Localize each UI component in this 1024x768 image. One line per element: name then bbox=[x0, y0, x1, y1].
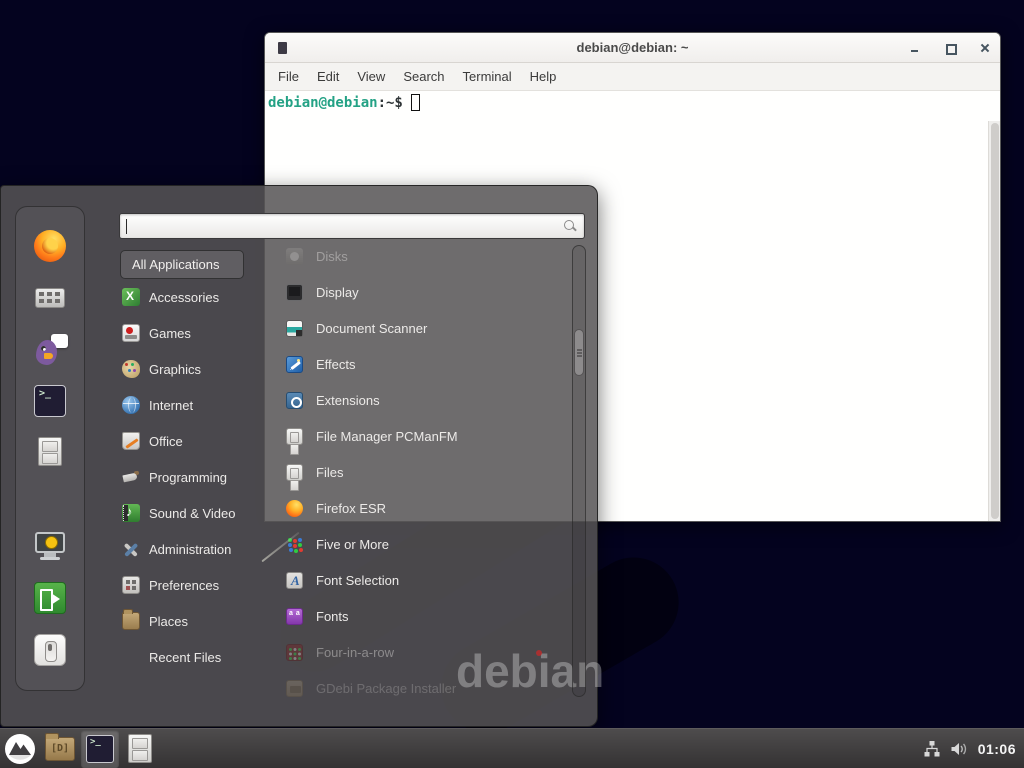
menu-terminal[interactable]: Terminal bbox=[454, 63, 521, 91]
search-box[interactable] bbox=[119, 213, 585, 239]
file-cabinet-button[interactable] bbox=[121, 730, 159, 768]
folder-d-icon: [D] bbox=[45, 737, 75, 761]
category-office[interactable]: Office bbox=[116, 423, 266, 459]
category-internet[interactable]: Internet bbox=[116, 387, 266, 423]
folder-d-label: [D] bbox=[46, 743, 74, 754]
taskbar-clock[interactable]: 01:06 bbox=[978, 741, 1016, 757]
disks-icon bbox=[286, 248, 303, 265]
pidgin-bird bbox=[36, 340, 57, 365]
prompt-path: :~$ bbox=[378, 95, 403, 111]
recent-files[interactable]: Recent Files bbox=[149, 639, 221, 675]
category-graphics[interactable]: Graphics bbox=[116, 351, 266, 387]
volume-icon[interactable] bbox=[950, 741, 969, 757]
applications-menu: debian All Applications Accessories Game… bbox=[0, 185, 598, 727]
internet-icon bbox=[122, 396, 140, 414]
app-file-manager-pcmanfm[interactable]: File Manager PCManFM bbox=[282, 418, 572, 454]
terminal-window-icon bbox=[278, 42, 287, 54]
keyboard-keys bbox=[35, 288, 65, 308]
app-extensions[interactable]: Extensions bbox=[282, 382, 572, 418]
menu-logo-icon bbox=[4, 733, 36, 765]
sound-video-icon bbox=[122, 504, 140, 522]
monitor-base bbox=[40, 557, 60, 560]
administration-icon bbox=[122, 540, 140, 558]
keyboard-icon[interactable] bbox=[34, 282, 66, 314]
terminal-taskbar-button[interactable] bbox=[81, 730, 119, 768]
file-cabinet-icon bbox=[128, 734, 152, 763]
app-fonts[interactable]: Fonts bbox=[282, 598, 572, 634]
accessories-icon bbox=[122, 288, 140, 306]
graphics-icon bbox=[122, 360, 140, 378]
font-selection-icon bbox=[286, 572, 303, 589]
app-firefox-esr[interactable]: Firefox ESR bbox=[282, 490, 572, 526]
category-places[interactable]: Places bbox=[116, 603, 266, 639]
category-games[interactable]: Games bbox=[116, 315, 266, 351]
terminal-cursor bbox=[411, 94, 420, 111]
menu-view[interactable]: View bbox=[348, 63, 394, 91]
menu-edit[interactable]: Edit bbox=[308, 63, 348, 91]
firefox-favorite-icon[interactable] bbox=[34, 230, 66, 262]
menu-button[interactable] bbox=[1, 730, 39, 768]
search-icon bbox=[564, 220, 577, 233]
category-preferences[interactable]: Preferences bbox=[116, 567, 266, 603]
window-title: debian@debian: ~ bbox=[265, 40, 1000, 55]
menu-search[interactable]: Search bbox=[394, 63, 453, 91]
menu-file[interactable]: File bbox=[269, 63, 308, 91]
fonts-icon bbox=[286, 608, 303, 625]
menu-help[interactable]: Help bbox=[521, 63, 566, 91]
prompt-line: debian@debian:~$ bbox=[268, 94, 420, 111]
terminal-scrollbar-thumb[interactable] bbox=[991, 123, 999, 519]
app-display[interactable]: Display bbox=[282, 274, 572, 310]
minimize-icon[interactable] bbox=[908, 41, 922, 55]
menu-scrollbar[interactable] bbox=[572, 245, 586, 697]
effects-icon bbox=[286, 356, 303, 373]
app-font-selection[interactable]: Font Selection bbox=[282, 562, 572, 598]
maximize-icon[interactable] bbox=[943, 41, 957, 55]
log-out-icon[interactable] bbox=[34, 582, 66, 614]
firefox-icon bbox=[286, 500, 303, 517]
app-disks[interactable]: Disks bbox=[282, 238, 572, 274]
places-icon bbox=[122, 612, 140, 630]
taskbar: [D] 01:06 bbox=[0, 728, 1024, 768]
file-cabinet-icon bbox=[286, 464, 303, 481]
search-input[interactable] bbox=[126, 216, 556, 236]
menu-scrollbar-thumb[interactable] bbox=[574, 329, 584, 376]
lock-screen-icon[interactable] bbox=[34, 530, 66, 562]
shut-down-icon[interactable] bbox=[34, 634, 66, 666]
app-gdebi[interactable]: GDebi Package Installer bbox=[282, 670, 572, 706]
four-in-a-row-icon bbox=[286, 644, 303, 661]
monitor bbox=[35, 532, 65, 553]
terminal-menubar: File Edit View Search Terminal Help bbox=[265, 63, 1000, 91]
games-icon bbox=[122, 324, 140, 342]
file-manager-d-button[interactable]: [D] bbox=[41, 730, 79, 768]
preferences-icon bbox=[122, 576, 140, 594]
terminal-scrollbar[interactable] bbox=[988, 121, 1000, 521]
network-icon[interactable] bbox=[923, 740, 941, 757]
category-administration[interactable]: Administration bbox=[116, 531, 266, 567]
display-icon bbox=[286, 284, 303, 301]
category-programming[interactable]: Programming bbox=[116, 459, 266, 495]
terminal-titlebar[interactable]: debian@debian: ~ bbox=[265, 33, 1000, 63]
prompt-user-host: debian@debian bbox=[268, 95, 378, 111]
app-five-or-more[interactable]: Five or More bbox=[282, 526, 572, 562]
app-document-scanner[interactable]: Document Scanner bbox=[282, 310, 572, 346]
app-effects[interactable]: Effects bbox=[282, 346, 572, 382]
file-cabinet-icon bbox=[286, 428, 303, 445]
terminal-favorite-icon[interactable] bbox=[34, 385, 66, 417]
terminal-icon bbox=[86, 735, 114, 763]
office-icon bbox=[122, 432, 140, 450]
close-icon[interactable] bbox=[978, 41, 992, 55]
category-accessories[interactable]: Accessories bbox=[116, 279, 266, 315]
programming-icon bbox=[122, 468, 140, 486]
app-four-in-a-row[interactable]: Four-in-a-row bbox=[282, 634, 572, 670]
extensions-icon bbox=[286, 392, 303, 409]
app-files[interactable]: Files bbox=[282, 454, 572, 490]
gdebi-icon bbox=[286, 680, 303, 697]
all-applications-button[interactable]: All Applications bbox=[120, 250, 244, 279]
document-scanner-icon bbox=[286, 320, 303, 337]
category-sound-video[interactable]: Sound & Video bbox=[116, 495, 266, 531]
pidgin-icon[interactable] bbox=[34, 334, 66, 366]
file-manager-icon[interactable] bbox=[38, 437, 62, 466]
